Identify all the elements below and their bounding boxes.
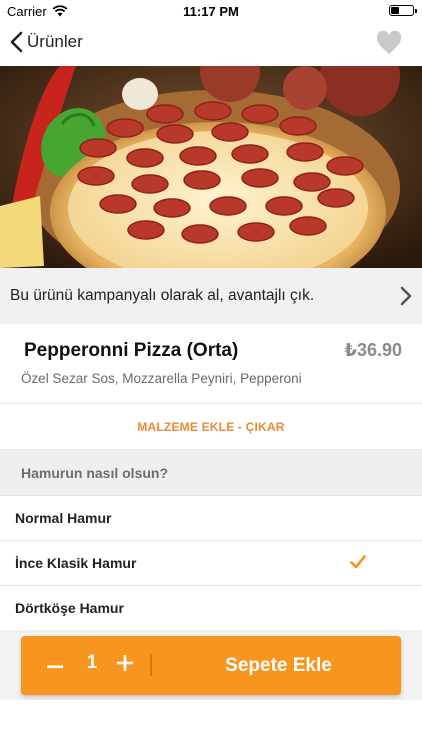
product-info: Pepperonni Pizza (Orta) ₺36.90 Özel Seza… [0, 324, 422, 404]
dough-option-normal[interactable]: Normal Hamur [0, 496, 422, 541]
product-image [0, 66, 422, 268]
dough-option-label: Normal Hamur [15, 510, 112, 526]
campaign-text: Bu ürünü kampanyalı olarak al, avantajlı… [10, 287, 315, 304]
dough-option-label: Dörtköşe Hamur [15, 600, 124, 616]
chevron-right-icon [400, 286, 412, 311]
add-to-cart-button[interactable]: Sepete Ekle [156, 636, 401, 695]
navigation-bar: Ürünler [0, 22, 422, 66]
product-description: Özel Sezar Sos, Mozzarella Peyniri, Pepp… [21, 371, 302, 386]
add-to-cart-bar: 1 Sepete Ekle [21, 636, 401, 695]
add-to-cart-label: Sepete Ekle [225, 654, 332, 676]
product-name: Pepperonni Pizza (Orta) [24, 340, 239, 361]
edit-ingredients-label: MALZEME EKLE - ÇIKAR [137, 419, 285, 434]
checkmark-icon [350, 555, 366, 572]
product-price: ₺36.90 [344, 340, 402, 360]
plus-icon [117, 654, 133, 676]
quantity-value: 1 [86, 652, 98, 673]
dough-section-header: Hamurun nasıl olsun? [0, 450, 422, 496]
status-bar: Carrier 11:17 PM [0, 0, 422, 22]
bottom-spacer [0, 700, 422, 750]
dough-option-square[interactable]: Dörtköşe Hamur [0, 586, 422, 631]
heart-icon [376, 30, 402, 59]
edit-ingredients-button[interactable]: MALZEME EKLE - ÇIKAR [0, 404, 422, 450]
increase-quantity-button[interactable] [105, 646, 145, 684]
back-button[interactable]: Ürünler [10, 31, 83, 53]
back-label: Ürünler [27, 32, 83, 51]
clock: 11:17 PM [183, 4, 239, 19]
minus-icon [47, 656, 63, 674]
favorite-button[interactable] [376, 30, 402, 60]
dough-section-title: Hamurun nasıl olsun? [21, 464, 169, 481]
divider [150, 654, 152, 676]
campaign-banner[interactable]: Bu ürünü kampanyalı olarak al, avantajlı… [0, 268, 422, 324]
dough-option-thin-classic[interactable]: İnce Klasik Hamur [0, 541, 422, 586]
chevron-left-icon [10, 31, 23, 53]
decrease-quantity-button[interactable] [35, 646, 75, 684]
battery-icon [389, 5, 417, 16]
dough-option-label: İnce Klasik Hamur [15, 555, 137, 571]
